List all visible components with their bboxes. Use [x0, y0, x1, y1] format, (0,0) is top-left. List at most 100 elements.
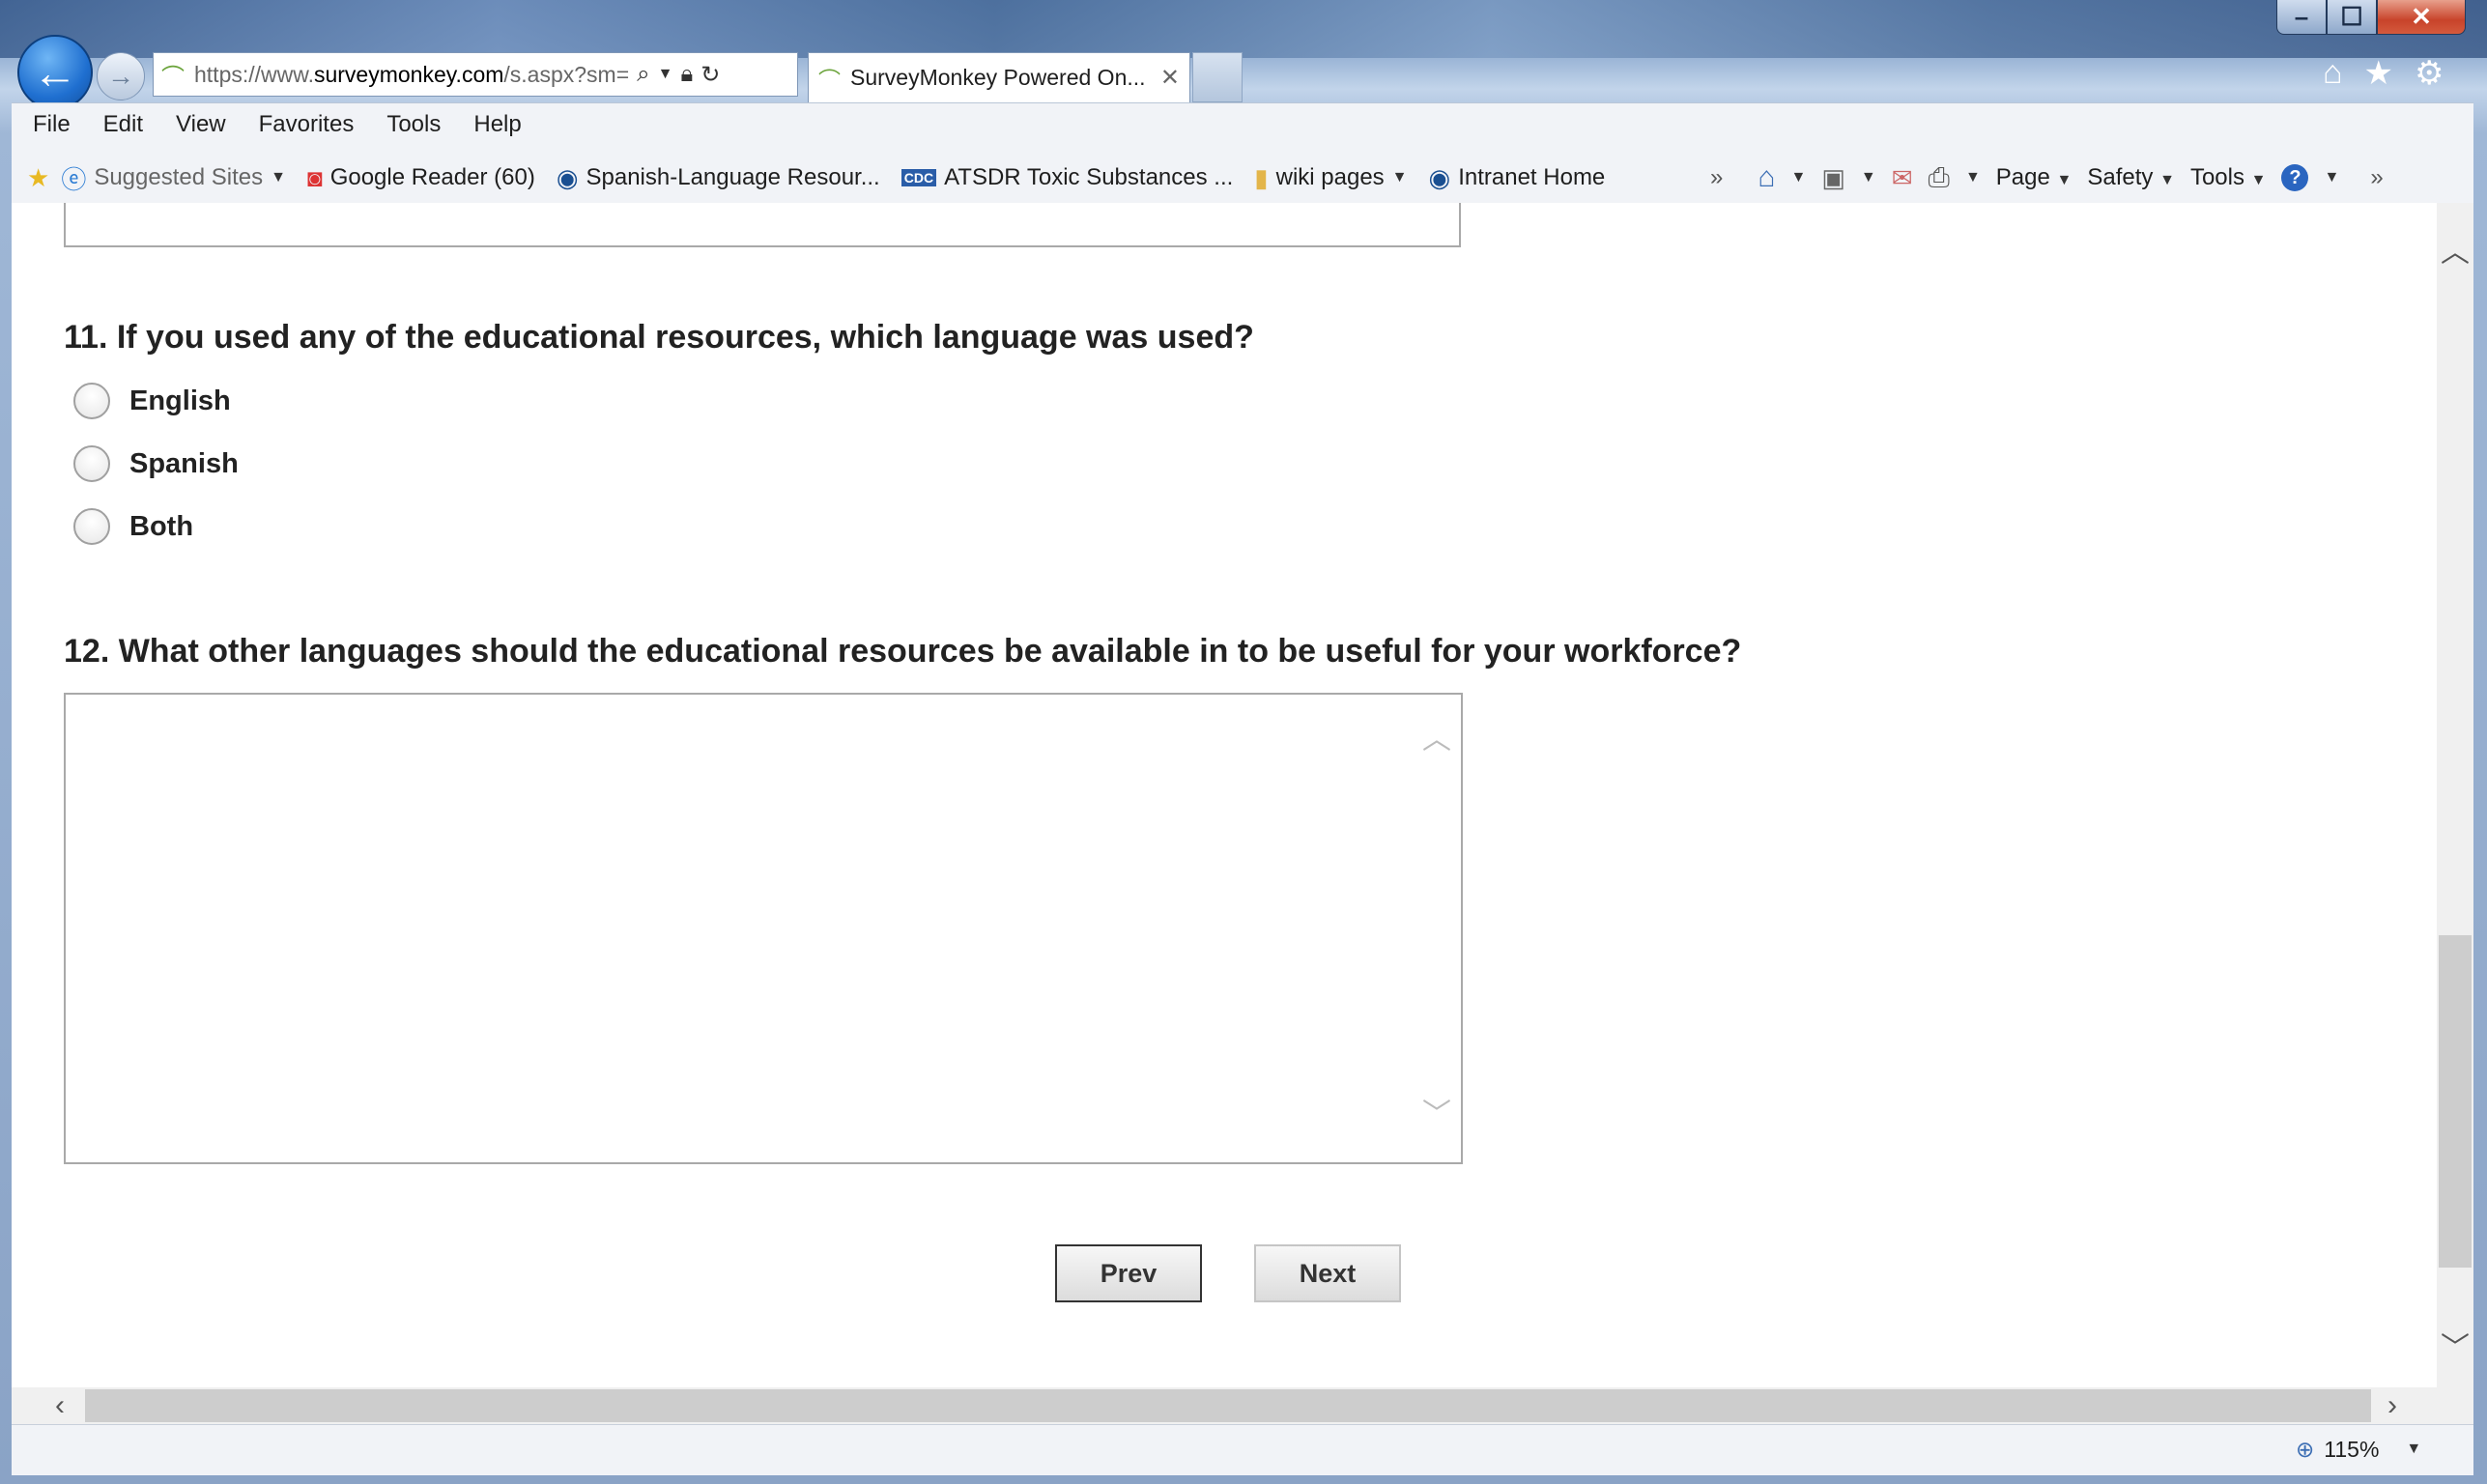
new-tab-button[interactable]: [1192, 52, 1243, 102]
globe-icon: ◉: [1428, 162, 1451, 192]
chevron-down-icon[interactable]: ▼: [2324, 169, 2339, 186]
zoom-icon: ⊕: [2296, 1436, 2315, 1462]
tools-menu[interactable]: Tools ▼: [2190, 164, 2267, 191]
chevron-down-icon: ▼: [271, 169, 286, 186]
globe-icon: ◉: [556, 162, 579, 192]
ie-page-icon: ⓔ: [61, 164, 87, 194]
chevron-up-icon[interactable]: ︿: [1422, 715, 1451, 757]
gear-icon[interactable]: ⚙: [2415, 54, 2444, 93]
fav-wiki-pages[interactable]: ▮ wiki pages ▼: [1254, 163, 1407, 193]
browser-toolbar-icons: ⌂ ★ ⚙: [2323, 54, 2444, 93]
languages-textarea[interactable]: [64, 693, 1463, 1164]
option-both[interactable]: Both: [73, 508, 193, 545]
arrow-right-icon: →: [107, 61, 134, 91]
close-tab-icon[interactable]: ✕: [1160, 64, 1180, 92]
home-icon[interactable]: ⌂: [2323, 54, 2343, 93]
menu-item-favorites[interactable]: Favorites: [259, 111, 355, 138]
chevron-down-icon[interactable]: ▼: [1965, 169, 1981, 186]
command-overflow-icon[interactable]: »: [2370, 164, 2383, 191]
folder-icon: ▮: [1254, 162, 1269, 192]
cdc-icon: CDC: [900, 169, 937, 186]
search-icon[interactable]: ⌕: [637, 61, 649, 88]
surveymonkey-icon: ⌒: [161, 64, 185, 91]
fav-label: Google Reader (60): [329, 164, 535, 190]
back-button[interactable]: ←: [17, 35, 93, 110]
menu-item-help[interactable]: Help: [473, 111, 521, 138]
option-label: Spanish: [129, 447, 239, 479]
tab-surveymonkey[interactable]: ⌒ SurveyMonkey Powered On... ✕: [808, 52, 1190, 102]
fav-label: Spanish-Language Resour...: [586, 164, 880, 190]
arrow-left-icon: ←: [33, 47, 77, 98]
menu-item-file[interactable]: File: [33, 111, 71, 138]
title-bar: [0, 0, 2487, 58]
page-menu-label: Page: [1995, 164, 2050, 190]
feeds-icon[interactable]: ▣: [1821, 163, 1845, 193]
menu-item-edit[interactable]: Edit: [103, 111, 143, 138]
page-content: 11. If you used any of the educational r…: [12, 203, 2437, 1387]
option-english[interactable]: English: [73, 383, 231, 419]
question-11-title: 11. If you used any of the educational r…: [64, 319, 1254, 356]
fav-label: Suggested Sites: [94, 164, 264, 190]
fav-google-reader[interactable]: ◙ Google Reader (60): [307, 163, 535, 193]
surveymonkey-icon: ⌒: [818, 67, 841, 93]
scroll-down-icon[interactable]: ﹀: [2437, 1326, 2473, 1364]
chevron-down-icon: ▼: [1391, 169, 1408, 186]
chevron-down-icon[interactable]: ▼: [1861, 169, 1876, 186]
command-bar: » ⌂ ▼ ▣ ▼ ✉ ⎙ ▼ Page ▼ Safety ▼ Tools ▼ ? ▼ …: [1710, 155, 2384, 201]
fav-label: wiki pages: [1275, 164, 1385, 190]
horizontal-scroll-thumb[interactable]: [85, 1389, 2371, 1422]
google-reader-icon: ◙: [306, 162, 323, 192]
help-icon[interactable]: ?: [2281, 164, 2309, 191]
url-domain: surveymonkey.com: [313, 61, 504, 87]
url-prefix: https://www.: [194, 61, 314, 87]
favorites-star-icon[interactable]: ★: [27, 163, 49, 193]
status-bar: [12, 1424, 2473, 1475]
minimize-button[interactable]: –: [2276, 0, 2327, 35]
address-bar[interactable]: ⌒ https://www. surveymonkey.com/s.aspx?sm…: [153, 52, 798, 97]
tools-menu-label: Tools: [2189, 164, 2244, 190]
scroll-up-icon[interactable]: ︿: [2437, 230, 2473, 269]
fav-label: Intranet Home: [1458, 164, 1606, 190]
chevron-down-icon[interactable]: ▼: [658, 66, 673, 83]
chevron-down-icon[interactable]: ▼: [1790, 169, 1806, 186]
vertical-scroll-thumb[interactable]: [2439, 935, 2472, 1268]
scroll-right-icon[interactable]: ›: [2373, 1387, 2412, 1424]
forward-button[interactable]: →: [97, 52, 145, 100]
next-button[interactable]: Next: [1254, 1244, 1401, 1302]
prev-button[interactable]: Prev: [1055, 1244, 1202, 1302]
menu-item-tools[interactable]: Tools: [386, 111, 441, 138]
chevron-down-icon[interactable]: ﹀: [1422, 1090, 1451, 1132]
radio-spanish[interactable]: [73, 445, 110, 482]
maximize-button[interactable]: ☐: [2327, 0, 2377, 35]
option-spanish[interactable]: Spanish: [73, 445, 239, 482]
fav-intranet-home[interactable]: ◉ Intranet Home: [1429, 163, 1606, 193]
fav-label: ATSDR Toxic Substances ...: [944, 164, 1234, 190]
previous-answer-box[interactable]: [64, 203, 1461, 247]
zoom-control[interactable]: ⊕ 115% ▼: [2296, 1430, 2421, 1469]
favorites-overflow-icon[interactable]: »: [1710, 164, 1723, 191]
option-label: Both: [129, 510, 194, 542]
print-icon[interactable]: ⎙: [1929, 162, 1950, 194]
page-menu[interactable]: Page ▼: [1996, 164, 2072, 191]
mail-icon[interactable]: ✉: [1892, 163, 1913, 193]
menu-bar: File Edit View Favorites Tools Help: [12, 102, 2473, 147]
fav-spanish-language[interactable]: ◉ Spanish-Language Resour...: [557, 163, 880, 193]
tab-title: SurveyMonkey Powered On...: [850, 65, 1146, 90]
star-icon[interactable]: ★: [2364, 54, 2393, 93]
fav-suggested-sites[interactable]: ⓔ Suggested Sites ▼: [61, 160, 286, 196]
menu-item-view[interactable]: View: [176, 111, 226, 138]
lock-icon[interactable]: 🔒︎: [680, 61, 693, 88]
close-window-button[interactable]: ✕: [2377, 0, 2466, 35]
safety-menu-label: Safety: [2087, 164, 2154, 190]
option-label: English: [129, 385, 231, 416]
home-icon[interactable]: ⌂: [1758, 161, 1775, 194]
radio-english[interactable]: [73, 383, 110, 419]
zoom-level: 115%: [2324, 1436, 2380, 1462]
question-12-title: 12. What other languages should the educ…: [64, 633, 1742, 670]
scroll-left-icon[interactable]: ‹: [41, 1387, 79, 1424]
fav-atsdr[interactable]: CDC ATSDR Toxic Substances ...: [900, 164, 1234, 191]
safety-menu[interactable]: Safety ▼: [2087, 164, 2175, 191]
radio-both[interactable]: [73, 508, 110, 545]
refresh-icon[interactable]: ↻: [700, 61, 720, 89]
chevron-down-icon: ▼: [2406, 1441, 2422, 1457]
